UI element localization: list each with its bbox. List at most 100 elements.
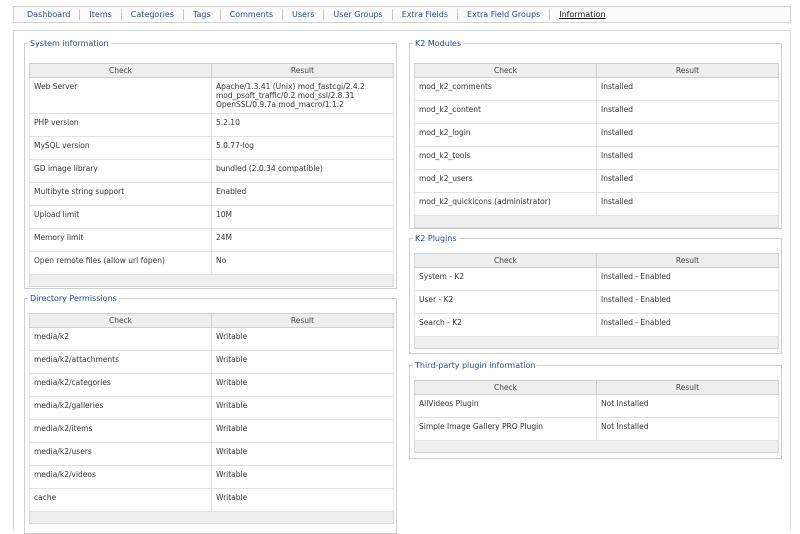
directory-permissions-title: Directory Permissions xyxy=(30,294,117,303)
third-party-plugins-title: Third-party plugin information xyxy=(415,361,536,370)
k2-modules-table: Check Result mod_k2_comments Installed m… xyxy=(414,63,779,228)
table-row: media/k2/attachments Writable xyxy=(29,350,394,374)
result-cell: Installed xyxy=(596,100,779,124)
directory-permissions-table: Check Result media/k2 Writable media/k2/… xyxy=(29,313,394,524)
tab-user-groups[interactable]: User Groups xyxy=(324,9,393,20)
submenu-tabbar: Dashboard Items Categories Tags Comments… xyxy=(13,6,791,23)
check-cell: mod_k2_quickicons (administrator) xyxy=(414,192,597,216)
directory-permissions-fieldset: Directory Permissions Check Result media… xyxy=(24,294,397,534)
tab-extra-field-groups[interactable]: Extra Field Groups xyxy=(458,9,551,20)
tab-extra-fields[interactable]: Extra Fields xyxy=(393,9,459,20)
check-cell: mod_k2_login xyxy=(414,123,597,147)
table-row: GD image library bundled (2.0.34 compati… xyxy=(29,159,394,183)
table-footer-cell xyxy=(414,336,779,349)
table-row: mod_k2_content Installed xyxy=(414,100,779,124)
table-row: PHP version 5.2.10 xyxy=(29,113,394,137)
tab-dashboard[interactable]: Dashboard xyxy=(18,9,81,20)
result-cell: Enabled xyxy=(211,182,394,206)
result-cell: Installed - Enabled xyxy=(596,313,779,337)
check-cell: GD image library xyxy=(29,159,212,183)
system-information-table: Check Result Web Server Apache/1.3.41 (U… xyxy=(29,63,394,287)
check-column-header: Check xyxy=(29,63,212,78)
check-cell: media/k2/attachments xyxy=(29,350,212,374)
result-cell: Writable xyxy=(211,327,394,351)
table-row: cache Writable xyxy=(29,488,394,512)
check-cell: mod_k2_content xyxy=(414,100,597,124)
check-cell: media/k2/items xyxy=(29,419,212,443)
k2-modules-title: K2 Modules xyxy=(415,39,462,48)
table-row: mod_k2_users Installed xyxy=(414,169,779,193)
check-cell: media/k2/videos xyxy=(29,465,212,489)
result-cell: Writable xyxy=(211,396,394,420)
table-footer xyxy=(29,274,394,287)
check-cell: PHP version xyxy=(29,113,212,137)
result-cell: Installed xyxy=(596,169,779,193)
result-cell: Writable xyxy=(211,419,394,443)
table-header-row: Check Result xyxy=(29,313,394,328)
table-row: mod_k2_comments Installed xyxy=(414,77,779,101)
tab-items[interactable]: Items xyxy=(80,9,122,20)
result-cell: Not Installed xyxy=(596,394,779,418)
check-cell: Simple Image Gallery PRO Plugin xyxy=(414,417,597,441)
result-column-header: Result xyxy=(211,313,394,328)
k2-plugins-table: Check Result System - K2 Installed - Ena… xyxy=(414,253,779,349)
system-information-fieldset: System information Check Result Web Serv… xyxy=(24,39,397,289)
table-row: media/k2/items Writable xyxy=(29,419,394,443)
check-cell: mod_k2_tools xyxy=(414,146,597,170)
result-cell: Installed - Enabled xyxy=(596,267,779,291)
table-row: System - K2 Installed - Enabled xyxy=(414,267,779,291)
check-cell: MySQL version xyxy=(29,136,212,160)
table-footer xyxy=(414,336,779,349)
table-row: mod_k2_login Installed xyxy=(414,123,779,147)
table-footer xyxy=(414,215,779,228)
table-row: User - K2 Installed - Enabled xyxy=(414,290,779,314)
table-header-row: Check Result xyxy=(29,63,394,78)
table-row: media/k2/categories Writable xyxy=(29,373,394,397)
result-column-header: Result xyxy=(596,253,779,268)
result-cell: Installed - Enabled xyxy=(596,290,779,314)
result-cell: Installed xyxy=(596,123,779,147)
table-header-row: Check Result xyxy=(414,63,779,78)
result-cell: bundled (2.0.34 compatible) xyxy=(211,159,394,183)
system-information-title: System information xyxy=(30,39,109,48)
table-header-row: Check Result xyxy=(414,380,779,395)
tab-tags[interactable]: Tags xyxy=(184,9,221,20)
table-row: Memory limit 24M xyxy=(29,228,394,252)
table-row: MySQL version 5.0.77-log xyxy=(29,136,394,160)
check-cell: System - K2 xyxy=(414,267,597,291)
table-footer-cell xyxy=(29,274,394,287)
result-cell: 5.2.10 xyxy=(211,113,394,137)
k2-modules-fieldset: K2 Modules Check Result mod_k2_comments … xyxy=(409,39,782,229)
table-row: mod_k2_quickicons (administrator) Instal… xyxy=(414,192,779,216)
result-cell: Installed xyxy=(596,192,779,216)
check-cell: AllVideos Plugin xyxy=(414,394,597,418)
check-column-header: Check xyxy=(414,380,597,395)
result-cell: No xyxy=(211,251,394,275)
tab-users[interactable]: Users xyxy=(283,9,325,20)
result-cell: 10M xyxy=(211,205,394,229)
table-footer-cell xyxy=(414,440,779,453)
tab-comments[interactable]: Comments xyxy=(221,9,284,20)
result-cell: Apache/1.3.41 (Unix) mod_fastcgi/2.4.2 m… xyxy=(211,77,394,114)
check-cell: Upload limit xyxy=(29,205,212,229)
table-footer-cell xyxy=(29,511,394,524)
table-row: Simple Image Gallery PRO Plugin Not Inst… xyxy=(414,417,779,441)
check-cell: media/k2/categories xyxy=(29,373,212,397)
result-cell: Writable xyxy=(211,465,394,489)
information-panel: System information Check Result Web Serv… xyxy=(13,30,791,534)
result-cell: Not Installed xyxy=(596,417,779,441)
table-row: mod_k2_tools Installed xyxy=(414,146,779,170)
result-cell: Writable xyxy=(211,488,394,512)
result-cell: 24M xyxy=(211,228,394,252)
check-cell: media/k2/users xyxy=(29,442,212,466)
third-party-plugins-table: Check Result AllVideos Plugin Not Instal… xyxy=(414,380,779,453)
result-cell: Writable xyxy=(211,373,394,397)
result-column-header: Result xyxy=(211,63,394,78)
result-cell: Writable xyxy=(211,442,394,466)
result-cell: 5.0.77-log xyxy=(211,136,394,160)
table-footer xyxy=(414,440,779,453)
table-row: AllVideos Plugin Not Installed xyxy=(414,394,779,418)
tab-categories[interactable]: Categories xyxy=(122,9,184,20)
tab-information[interactable]: Information xyxy=(550,9,614,20)
table-row: Search - K2 Installed - Enabled xyxy=(414,313,779,337)
